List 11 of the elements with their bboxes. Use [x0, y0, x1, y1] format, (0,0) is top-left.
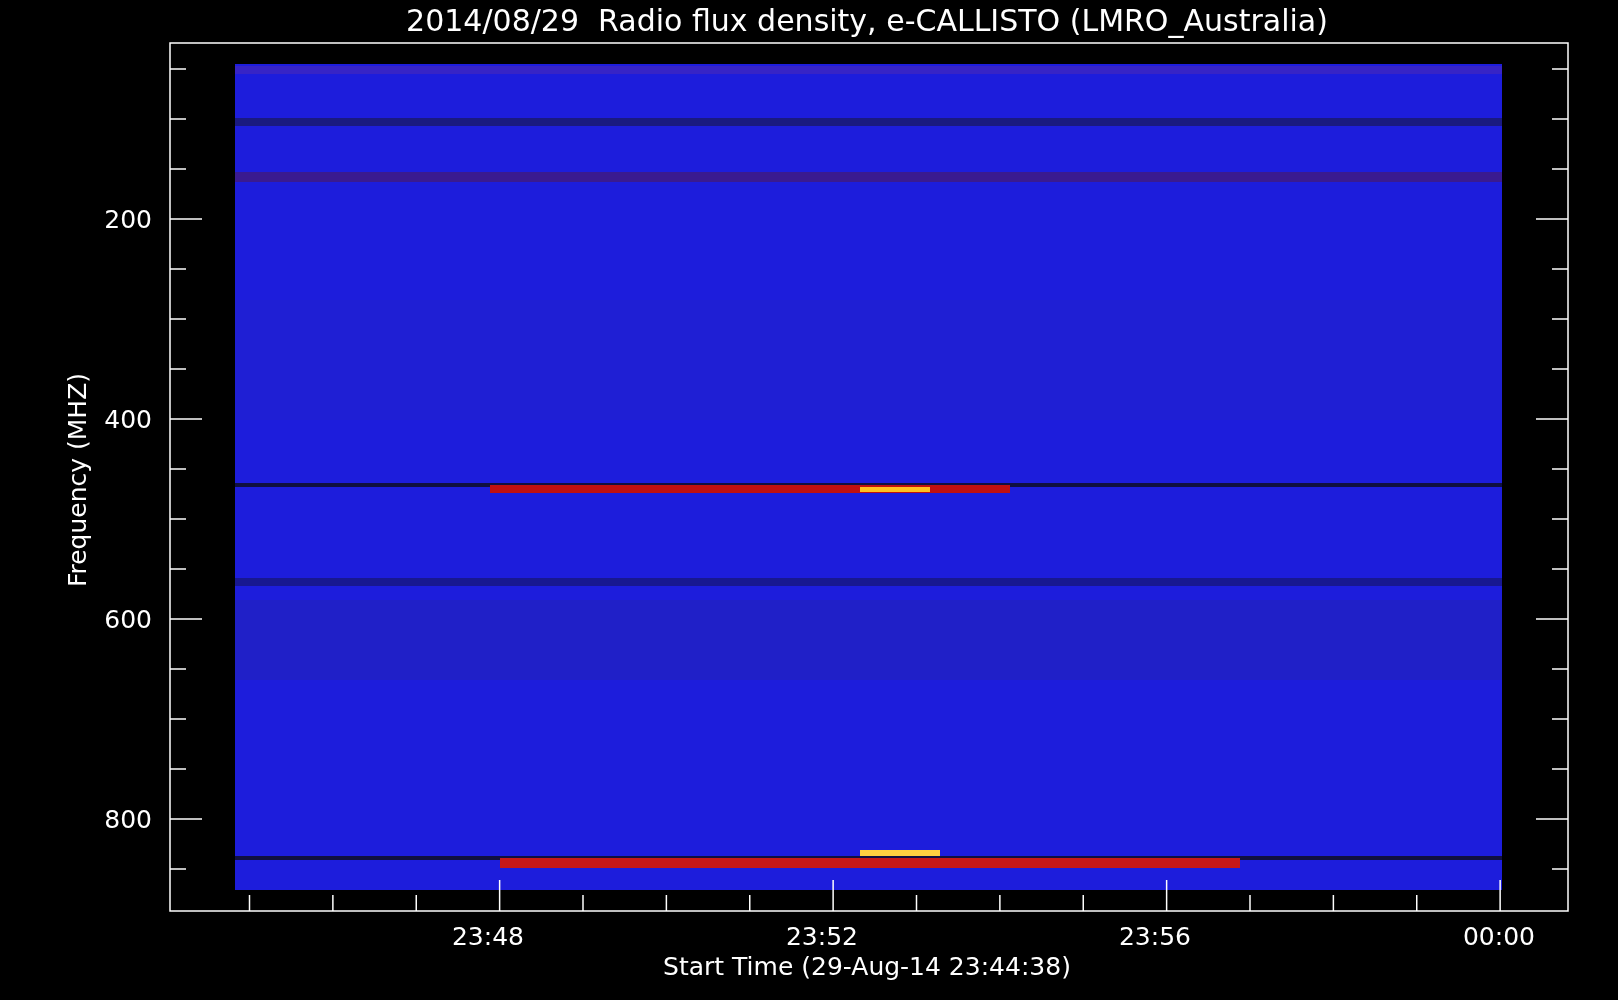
x-tick-label: 23:48	[452, 922, 524, 951]
y-tick-label: 800	[104, 805, 152, 834]
chart-title: 2014/08/29 Radio flux density, e-CALLISTO (LMRO_Australia)	[406, 3, 1328, 38]
y-tick-label: 200	[104, 205, 152, 234]
y-tick-label: 400	[104, 405, 152, 434]
y-axis-label: Frequency (MHZ)	[63, 372, 92, 588]
x-tick-label: 23:52	[786, 922, 858, 951]
x-tick-label: 23:56	[1119, 922, 1191, 951]
y-tick-label: 600	[104, 605, 152, 634]
x-axis-label: Start Time (29-Aug-14 23:44:38)	[663, 952, 1071, 981]
x-tick-label: 00:00	[1463, 922, 1535, 951]
